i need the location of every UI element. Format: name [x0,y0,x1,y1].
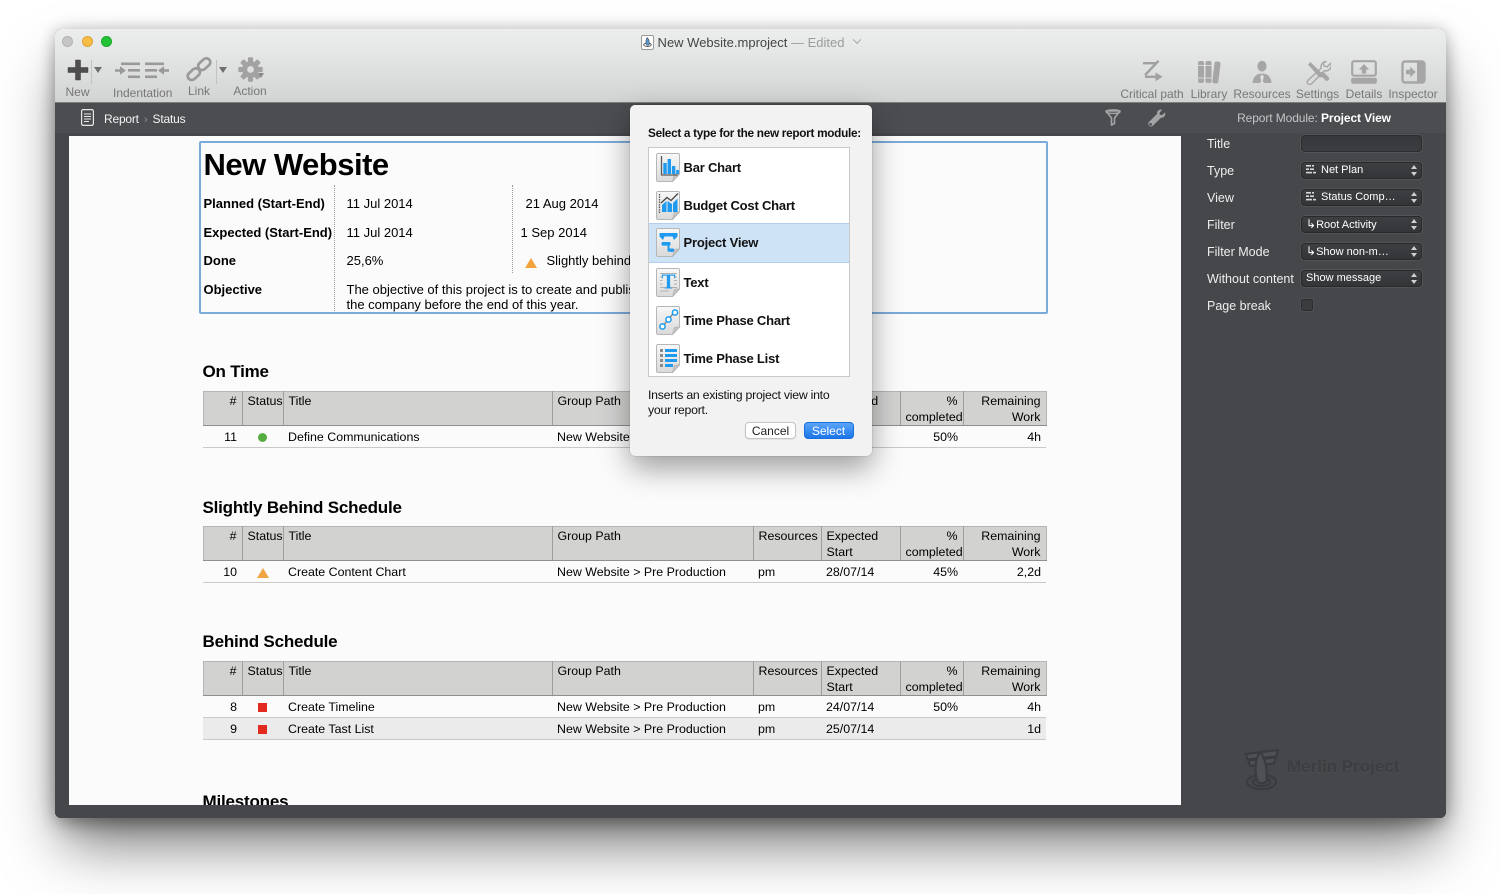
svg-text:T: T [661,269,675,293]
